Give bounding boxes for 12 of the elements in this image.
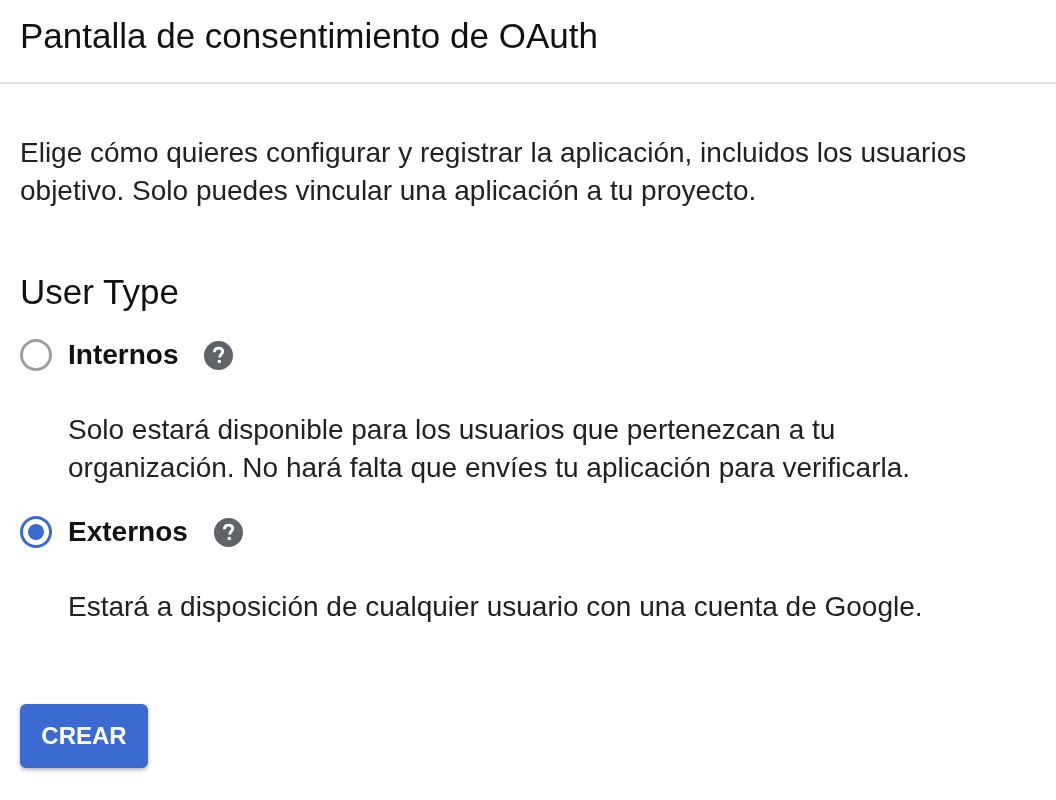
help-icon[interactable] [213,517,243,547]
option-description: Solo estará disponible para los usuarios que pertenezcan a tu organización. No hará falta que envíes tu aplicación para verificarla. [68,413,912,485]
option-description: Estará a disposición de cualquier usuario con una cuenta de Google. [68,590,924,624]
option-label: Externos [68,516,188,548]
help-icon[interactable] [204,340,234,370]
radio-button[interactable] [20,339,52,371]
create-button[interactable]: CREAR [20,704,148,768]
page-title: Pantalla de consentimiento de OAuth [20,16,598,56]
radio-button[interactable] [20,516,52,548]
intro-text: Elige cómo quieres configurar y registrar la aplicación, incluidos los usuarios objetivo. Solo puedes vincular una aplicación a tu proyecto. [20,136,968,208]
section-heading: User Type [20,272,180,312]
option-label: Internos [68,339,179,371]
